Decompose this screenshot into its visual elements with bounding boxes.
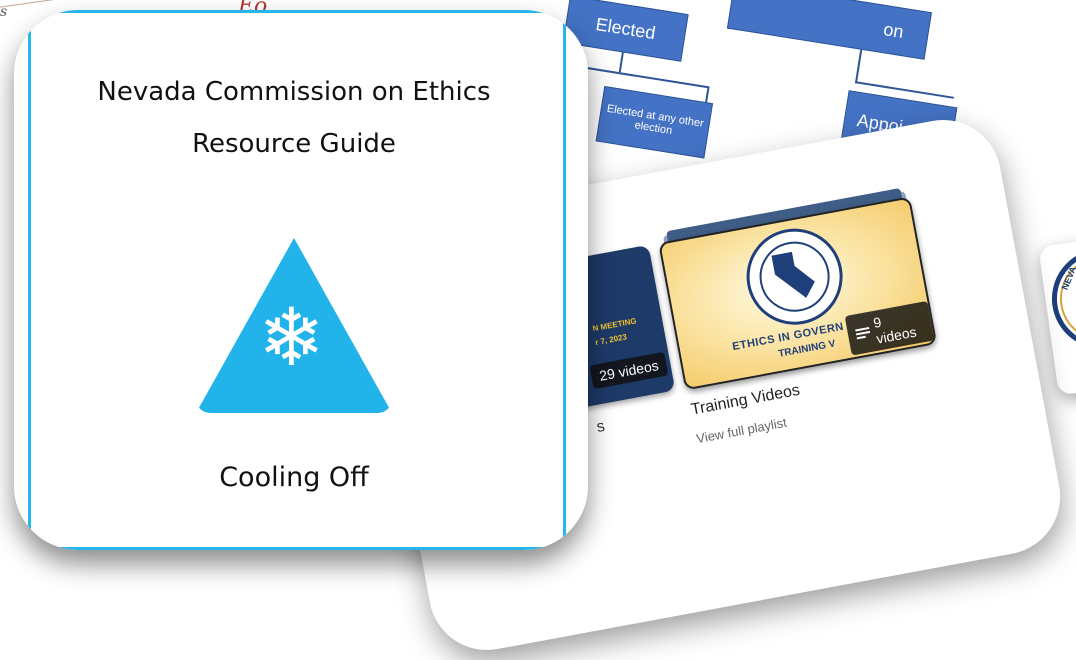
org-box-top-right: on bbox=[726, 0, 932, 60]
video-count-badge: 29 videos bbox=[589, 351, 669, 390]
scribble-line bbox=[0, 0, 129, 9]
nevada-ethics-seal bbox=[738, 220, 851, 333]
org-connector bbox=[854, 49, 863, 84]
playlist-title-fragment[interactable]: s bbox=[595, 418, 606, 437]
guide-subtitle: Cooling Off bbox=[219, 462, 369, 493]
view-full-playlist-link[interactable]: View full playlist bbox=[695, 415, 788, 446]
org-connector bbox=[705, 86, 710, 103]
guide-title: Nevada Commission on Ethics Resource Gui… bbox=[14, 66, 574, 170]
seal-thumbnail-peek: NEVA bbox=[1038, 230, 1076, 396]
org-connector bbox=[618, 52, 624, 73]
resource-guide-card: Nevada Commission on Ethics Resource Gui… bbox=[14, 10, 588, 550]
video-count: 9 videos bbox=[872, 313, 918, 347]
video-count-badge: 9 videos bbox=[844, 300, 935, 356]
scribble-letter: s bbox=[0, 4, 8, 20]
guide-title-line-1: Nevada Commission on Ethics bbox=[97, 77, 491, 107]
snowflake-icon: ❄ bbox=[258, 291, 326, 384]
playlist-icon bbox=[855, 326, 871, 340]
video-count: 29 videos bbox=[597, 357, 660, 384]
guide-title-line-2: Resource Guide bbox=[192, 129, 396, 159]
org-box-elected-other: Elected at any other election bbox=[595, 85, 714, 159]
thumbnail-header-text: N MEETING bbox=[591, 316, 638, 334]
thumbnail-date-text: r 7, 2023 bbox=[594, 332, 628, 348]
